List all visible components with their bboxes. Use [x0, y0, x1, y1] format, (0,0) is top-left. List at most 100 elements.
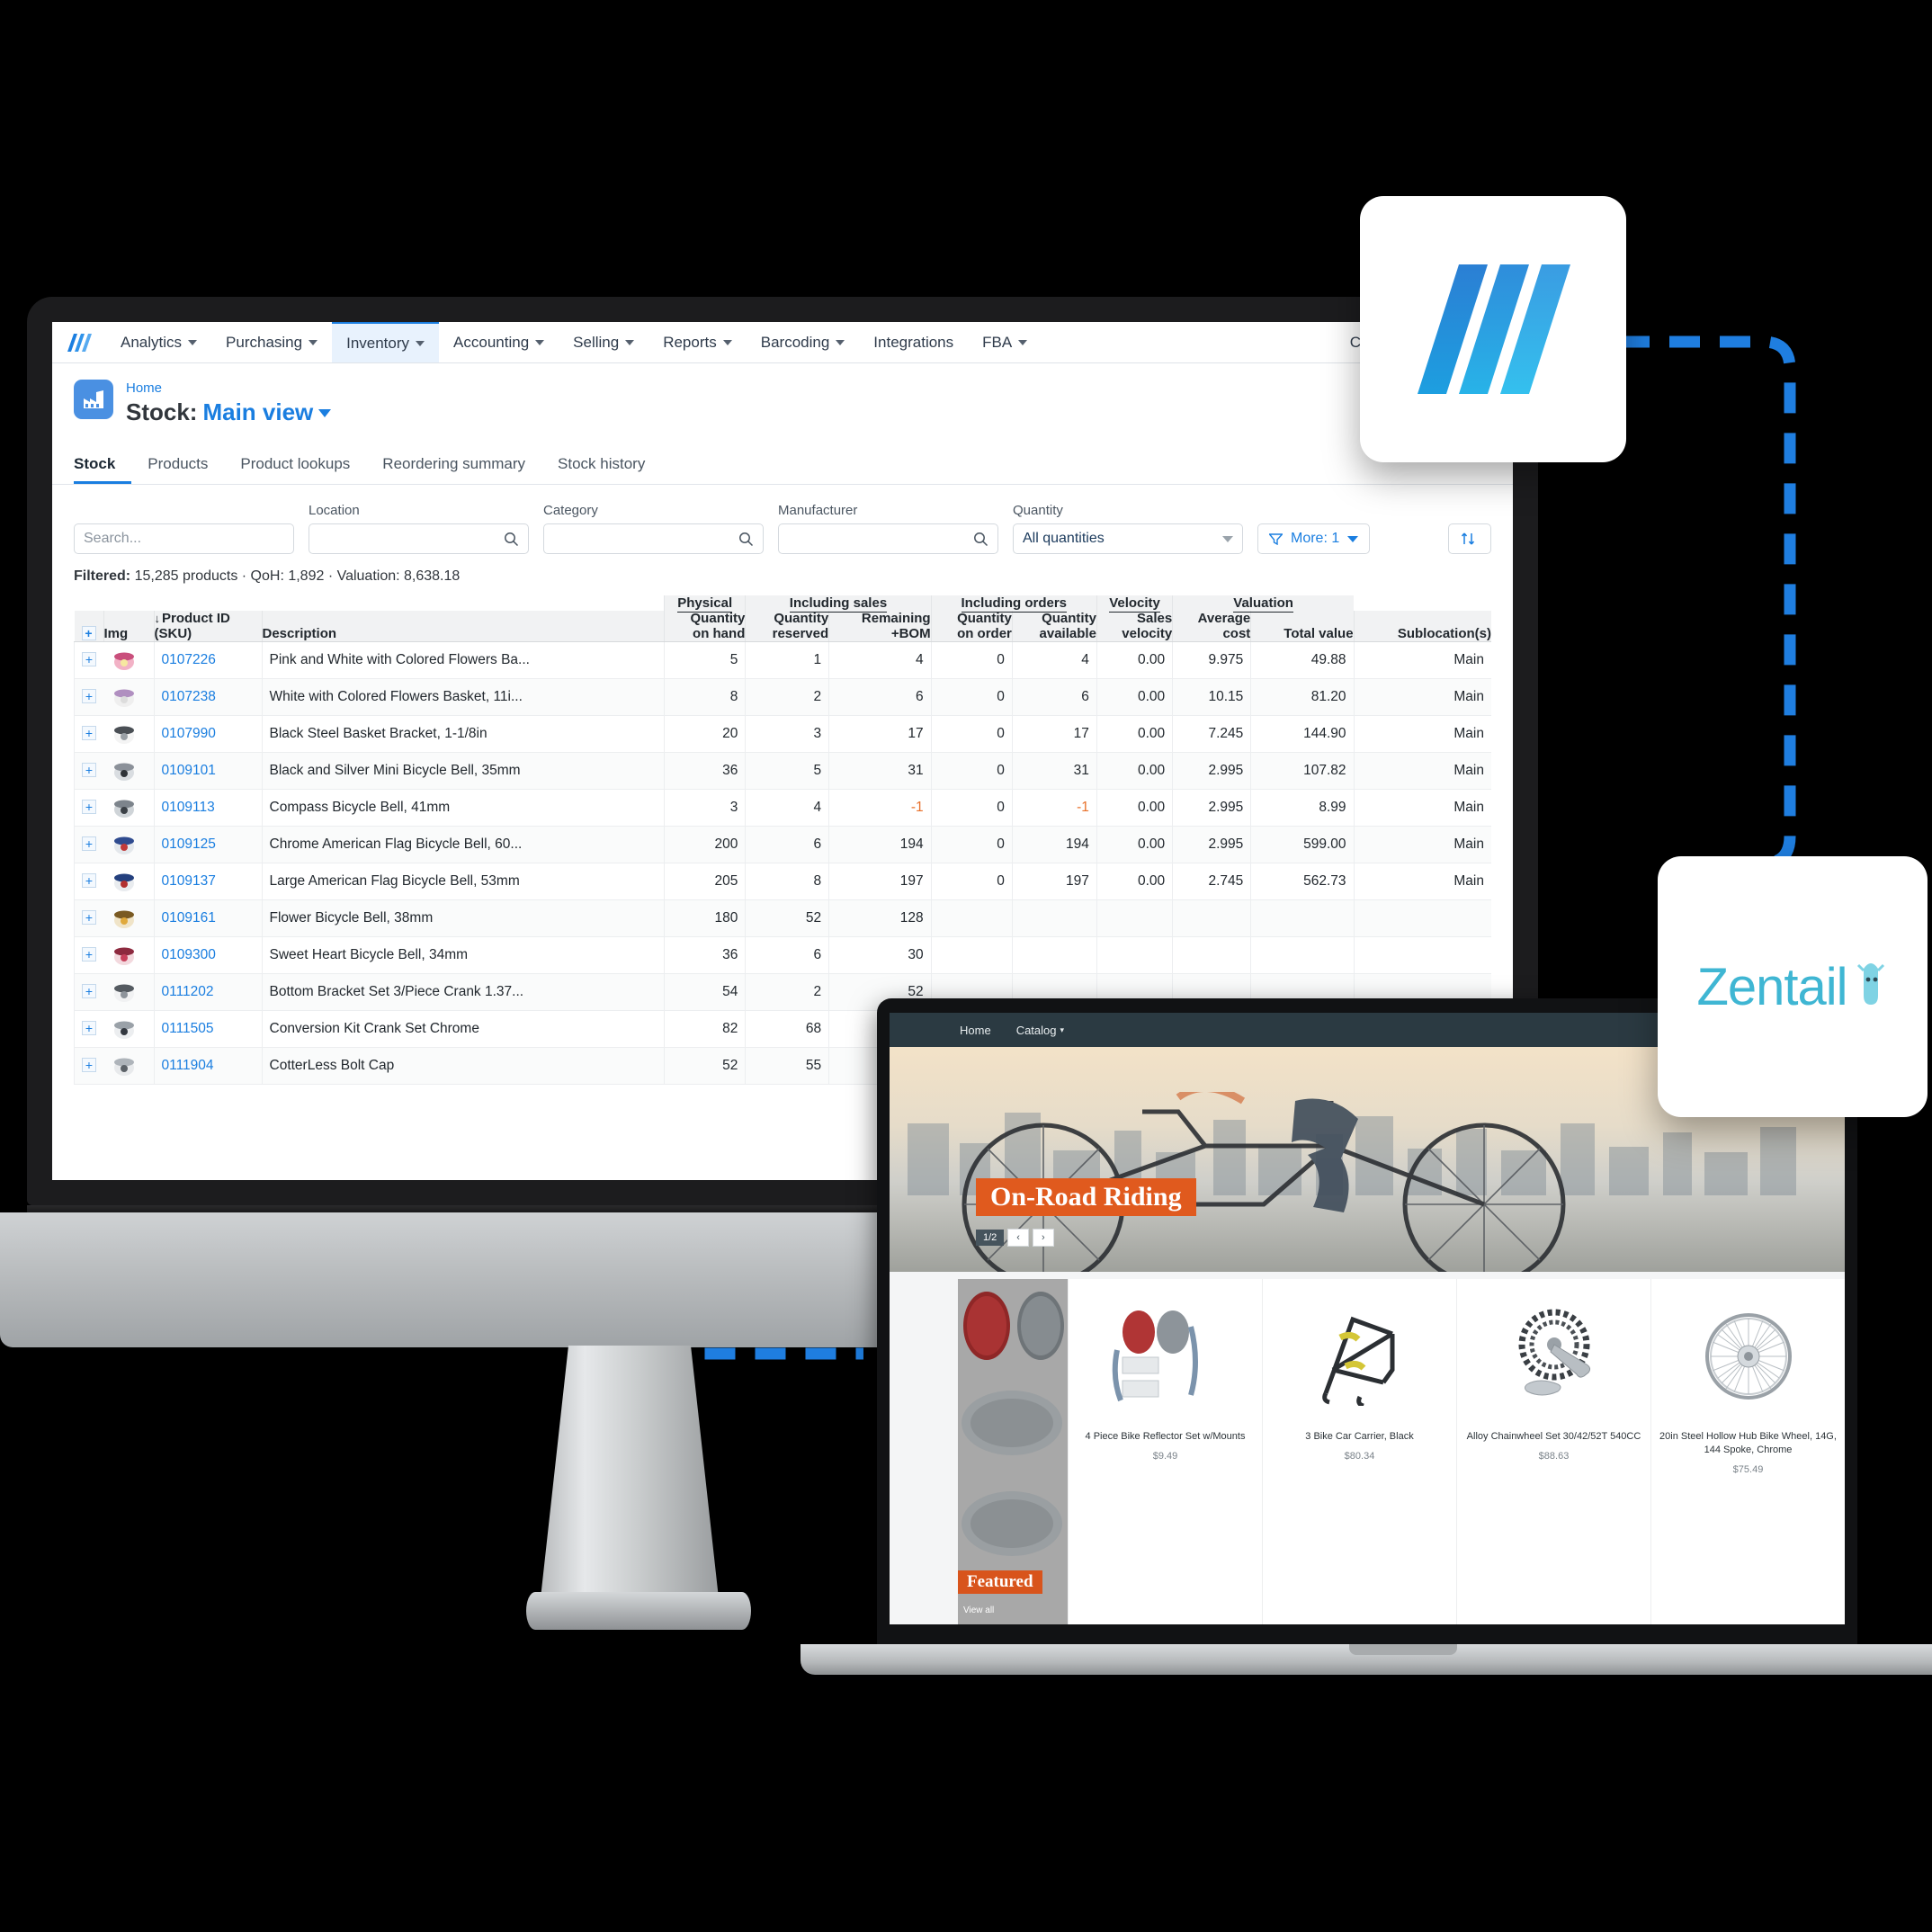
col-img[interactable]: Img [103, 611, 154, 642]
row-sku-cell[interactable]: 0109101 [153, 752, 262, 790]
row-expander-cell[interactable]: + [74, 973, 103, 1011]
storefront-nav-home[interactable]: Home [960, 1024, 991, 1037]
row-sku-cell[interactable]: 0109161 [153, 899, 262, 937]
table-row[interactable]: +0107990 Black Steel Basket Bracket, 1-1/… [74, 715, 1491, 753]
chevron-down-icon[interactable] [318, 409, 332, 417]
featured-panel[interactable]: Featured View all [958, 1279, 1068, 1624]
tab-stock[interactable]: Stock [74, 448, 131, 484]
table-row[interactable]: +0109113 Compass Bicycle Bell, 41mm 3 4 -1 0-… [74, 789, 1491, 827]
tab-products[interactable]: Products [131, 448, 224, 484]
sku-link[interactable]: 0107238 [162, 689, 216, 704]
tab-reordering-summary[interactable]: Reordering summary [366, 448, 541, 484]
row-sku-cell[interactable]: 0109125 [153, 826, 262, 863]
table-row[interactable]: +0109125 Chrome American Flag Bicycle Bel… [74, 826, 1491, 863]
nav-item-inventory[interactable]: Inventory [332, 322, 440, 362]
sku-link[interactable]: 0109300 [162, 947, 216, 962]
hero-prev-button[interactable]: ‹ [1007, 1229, 1029, 1247]
row-sku-cell[interactable]: 0107990 [153, 715, 262, 753]
nav-item-selling[interactable]: Selling [559, 322, 648, 362]
storefront-nav-catalog[interactable]: Catalog ▾ [1016, 1024, 1064, 1037]
col-average-cost[interactable]: Average cost [1172, 611, 1251, 642]
col-qty-on-order[interactable]: Quantity on order [930, 611, 1013, 642]
tab-stock-history[interactable]: Stock history [541, 448, 661, 484]
expand-row-icon[interactable]: + [82, 984, 96, 998]
row-expander-cell[interactable]: + [74, 826, 103, 863]
col-sku[interactable]: ↓ Product ID (SKU) [153, 611, 262, 642]
row-expander-cell[interactable]: + [74, 1010, 103, 1048]
manufacturer-input[interactable] [778, 523, 998, 554]
sku-link[interactable]: 0109161 [162, 910, 216, 926]
row-expander-cell[interactable]: + [74, 752, 103, 790]
table-row[interactable]: +0107238 White with Colored Flowers Baske… [74, 678, 1491, 716]
sku-link[interactable]: 0109101 [162, 763, 216, 778]
col-remaining-bom[interactable]: Remaining +BOM [828, 611, 932, 642]
sku-link[interactable]: 0109125 [162, 836, 216, 852]
expand-row-icon[interactable]: + [82, 836, 96, 851]
row-expander-cell[interactable]: + [74, 715, 103, 753]
table-row[interactable]: +0109161 Flower Bicycle Bell, 38mm 180 52 12… [74, 899, 1491, 937]
expand-all-icon[interactable]: + [81, 626, 96, 640]
sort-button[interactable] [1448, 523, 1491, 554]
nav-item-reports[interactable]: Reports [648, 322, 747, 362]
hero-next-button[interactable]: › [1032, 1229, 1054, 1247]
row-sku-cell[interactable]: 0107238 [153, 678, 262, 716]
row-sku-cell[interactable]: 0109137 [153, 863, 262, 900]
expand-row-icon[interactable]: + [82, 763, 96, 777]
more-filters-button[interactable]: More: 1 [1257, 523, 1371, 554]
fishbowl-logo-icon[interactable] [52, 322, 106, 362]
nav-item-purchasing[interactable]: Purchasing [211, 322, 332, 362]
row-sku-cell[interactable]: 0109300 [153, 936, 262, 974]
col-qty-reserved[interactable]: Quantity reserved [745, 611, 829, 642]
col-sublocations[interactable]: Sublocation(s) [1353, 611, 1491, 642]
sku-link[interactable]: 0107226 [162, 652, 216, 667]
search-input[interactable]: Search... [74, 523, 294, 554]
row-expander-cell[interactable]: + [74, 936, 103, 974]
location-input[interactable] [309, 523, 529, 554]
col-qty-on-hand[interactable]: Quantity on hand [664, 611, 746, 642]
row-expander-cell[interactable]: + [74, 899, 103, 937]
sku-link[interactable]: 0111505 [162, 1021, 214, 1036]
nav-item-fba[interactable]: FBA [968, 322, 1042, 362]
row-sku-cell[interactable]: 0107226 [153, 641, 262, 679]
nav-item-accounting[interactable]: Accounting [439, 322, 559, 362]
category-input[interactable] [543, 523, 764, 554]
product-card[interactable]: 4 Piece Bike Reflector Set w/Mounts $9.4… [1068, 1279, 1262, 1624]
nav-item-barcoding[interactable]: Barcoding [747, 322, 860, 362]
expand-row-icon[interactable]: + [82, 726, 96, 740]
row-expander-cell[interactable]: + [74, 641, 103, 679]
row-sku-cell[interactable]: 0111505 [153, 1010, 262, 1048]
table-row[interactable]: +0109101 Black and Silver Mini Bicycle Be… [74, 752, 1491, 790]
expand-row-icon[interactable]: + [82, 1058, 96, 1072]
quantity-select[interactable]: All quantities [1013, 523, 1243, 554]
expand-row-icon[interactable]: + [82, 652, 96, 666]
sku-link[interactable]: 0111904 [162, 1058, 214, 1073]
breadcrumb[interactable]: Home [126, 380, 331, 398]
row-expander-cell[interactable]: + [74, 1047, 103, 1085]
expand-row-icon[interactable]: + [82, 873, 96, 888]
table-row[interactable]: +0109137 Large American Flag Bicycle Bell… [74, 863, 1491, 900]
col-total-value[interactable]: Total value [1250, 611, 1355, 642]
expand-row-icon[interactable]: + [82, 800, 96, 814]
row-sku-cell[interactable]: 0109113 [153, 789, 262, 827]
row-sku-cell[interactable]: 0111202 [153, 973, 262, 1011]
expand-row-icon[interactable]: + [82, 910, 96, 925]
sku-link[interactable]: 0109137 [162, 873, 216, 889]
col-sales-velocity[interactable]: Sales velocity [1096, 611, 1173, 642]
expand-row-icon[interactable]: + [82, 947, 96, 962]
product-card[interactable]: 3 Bike Car Carrier, Black $80.34 [1262, 1279, 1456, 1624]
product-card[interactable]: Alloy Chainwheel Set 30/42/52T 540CC $88… [1456, 1279, 1650, 1624]
nav-item-integrations[interactable]: Integrations [859, 322, 968, 362]
tab-product-lookups[interactable]: Product lookups [224, 448, 366, 484]
col-expand-all[interactable]: + [74, 611, 103, 642]
expand-row-icon[interactable]: + [82, 1021, 96, 1035]
row-expander-cell[interactable]: + [74, 789, 103, 827]
featured-view-all-link[interactable]: View all [963, 1606, 994, 1615]
sku-link[interactable]: 0111202 [162, 984, 214, 999]
table-row[interactable]: +0107226 Pink and White with Colored Flow… [74, 641, 1491, 679]
row-sku-cell[interactable]: 0111904 [153, 1047, 262, 1085]
sku-link[interactable]: 0109113 [162, 800, 215, 815]
table-row[interactable]: +0109300 Sweet Heart Bicycle Bell, 34mm 36… [74, 936, 1491, 974]
view-selector-label[interactable]: Main view [202, 398, 313, 425]
col-description[interactable]: Description [261, 611, 665, 642]
col-qty-available[interactable]: Quantity available [1011, 611, 1097, 642]
